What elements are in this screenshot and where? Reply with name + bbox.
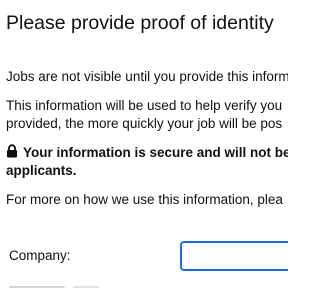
visibility-notice-text: Jobs are not visible until you provide t… xyxy=(6,69,288,84)
company-label: Company: xyxy=(9,248,71,263)
verification-info-text-line-1: This information will be used to help ve… xyxy=(6,98,283,113)
secure-info-line-1: Your information is secure and will not … xyxy=(6,144,288,162)
lock-icon xyxy=(6,144,18,158)
identity-verification-page: Please provide proof of identity Jobs ar… xyxy=(0,0,288,288)
company-input[interactable] xyxy=(180,241,288,271)
verification-info-text-line-2: provided, the more quickly your job will… xyxy=(6,116,283,131)
next-field-label-partial xyxy=(9,280,119,288)
page-title: Please provide proof of identity xyxy=(6,12,274,34)
secure-info-text-line-1: Your information is secure and will not … xyxy=(23,145,288,160)
data-usage-info-text: For more on how we use this information,… xyxy=(6,192,283,207)
secure-info-text-line-2: applicants. xyxy=(6,163,77,178)
